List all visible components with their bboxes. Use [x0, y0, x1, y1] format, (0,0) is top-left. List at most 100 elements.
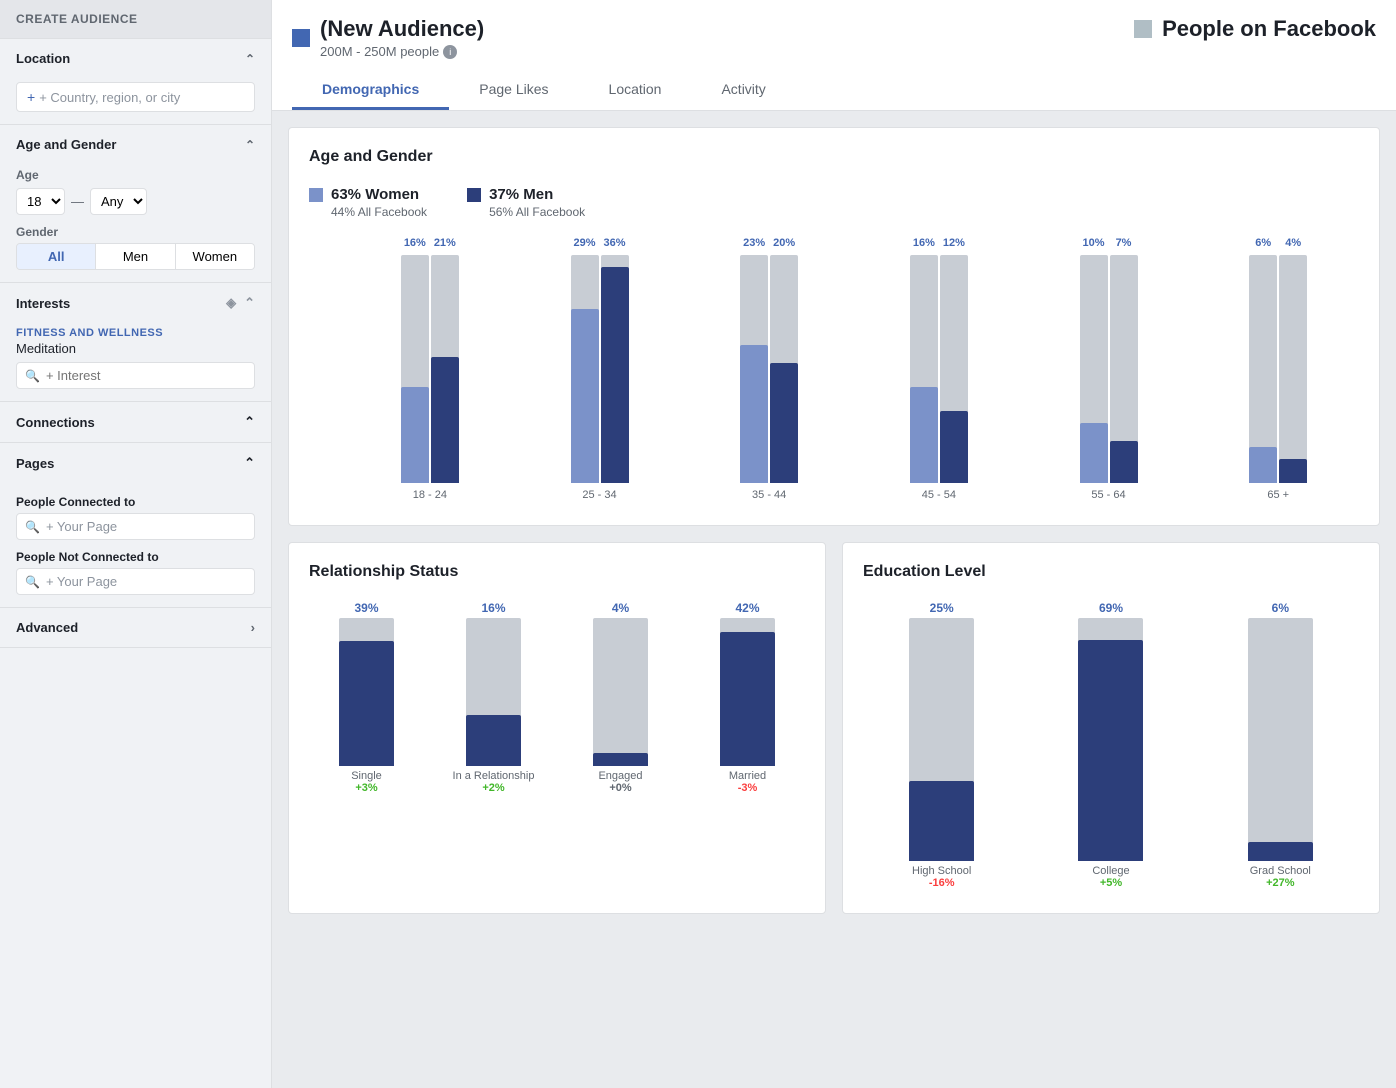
- audience-name: (New Audience): [320, 16, 484, 42]
- bar-group-Single: 39%Single+3%: [309, 601, 424, 794]
- location-placeholder: + Country, region, or city: [39, 90, 180, 105]
- age-group-18-24: 16%21%18 - 24: [349, 235, 511, 501]
- age-max-select[interactable]: Any: [90, 188, 147, 215]
- age-group-55-64: 10%7%55 - 64: [1028, 235, 1190, 501]
- interests-content: FITNESS AND WELLNESS Meditation 🔍: [0, 323, 271, 401]
- relationship-chart-card: Relationship Status 39%Single+3%16%In a …: [288, 542, 826, 914]
- gender-legend: 63% Women 44% All Facebook 37% Men 56% A…: [309, 186, 1359, 219]
- age-gender-content: Age 18 — Any Gender All Men Women: [0, 164, 271, 282]
- pages-section: Pages ⌃ People Connected to 🔍 + Your Pag…: [0, 443, 271, 608]
- gender-all-button[interactable]: All: [17, 244, 96, 269]
- tab-bar: Demographics Page Likes Location Activit…: [292, 71, 1376, 110]
- bar-group-Engaged: 4%Engaged+0%: [563, 601, 678, 794]
- people-connected-input[interactable]: 🔍 + Your Page: [16, 513, 255, 540]
- advanced-row[interactable]: Advanced ›: [0, 608, 271, 647]
- bar-group-Married: 42%Married-3%: [690, 601, 805, 794]
- interest-text-input[interactable]: [46, 368, 246, 383]
- interests-item: Meditation: [16, 341, 255, 356]
- audience-size: 200M - 250M people i: [320, 44, 484, 59]
- location-label: Location: [16, 51, 70, 66]
- age-row: 18 — Any: [16, 188, 255, 215]
- age-gender-bars-container: 16%21%18 - 2429%36%25 - 3423%20%35 - 441…: [309, 235, 1359, 505]
- education-chart-card: Education Level 25%High School-16%69%Col…: [842, 542, 1380, 914]
- bar-group-InaRelationship: 16%In a Relationship+2%: [436, 601, 551, 794]
- bar-group-GradSchool: 6%Grad School+27%: [1202, 601, 1359, 889]
- people-not-connected-input[interactable]: 🔍 + Your Page: [16, 568, 255, 595]
- advanced-section: Advanced ›: [0, 608, 271, 648]
- tab-demographics[interactable]: Demographics: [292, 71, 449, 110]
- tab-page-likes[interactable]: Page Likes: [449, 71, 578, 110]
- connections-chevron-icon: ⌃: [244, 414, 255, 430]
- age-group-45-54: 16%12%45 - 54: [858, 235, 1020, 501]
- conn-search-icon-2: 🔍: [25, 575, 40, 589]
- location-input[interactable]: + + Country, region, or city: [16, 82, 255, 112]
- men-legend-item: 37% Men 56% All Facebook: [467, 186, 585, 219]
- people-not-connected-label: People Not Connected to: [16, 550, 255, 564]
- gender-buttons: All Men Women: [16, 243, 255, 270]
- interests-settings-icon[interactable]: ◈: [226, 295, 236, 311]
- main-header: (New Audience) 200M - 250M people i Peop…: [272, 0, 1396, 111]
- location-section: Location ⌃ + + Country, region, or city: [0, 39, 271, 125]
- audience-info-icon[interactable]: i: [443, 45, 457, 59]
- app-layout: CREATE AUDIENCE Location ⌃ + + Country, …: [0, 0, 1396, 1088]
- bar-group-HighSchool: 25%High School-16%: [863, 601, 1020, 889]
- people-connected-placeholder: + Your Page: [46, 519, 117, 534]
- men-legend-sub: 56% All Facebook: [489, 205, 585, 219]
- gender-women-button[interactable]: Women: [176, 244, 254, 269]
- audience-title: (New Audience) 200M - 250M people i: [292, 16, 484, 59]
- age-gender-chart-title: Age and Gender: [309, 148, 1359, 166]
- pages-chevron-icon: ⌃: [244, 455, 255, 471]
- education-chart-title: Education Level: [863, 563, 1359, 581]
- tab-activity[interactable]: Activity: [691, 71, 795, 110]
- connections-label: Connections: [16, 415, 95, 430]
- interests-category: FITNESS AND WELLNESS: [16, 327, 255, 339]
- sidebar: CREATE AUDIENCE Location ⌃ + + Country, …: [0, 0, 272, 1088]
- age-group-25-34: 29%36%25 - 34: [519, 235, 681, 501]
- relationship-bars: 39%Single+3%16%In a Relationship+2%4%Eng…: [309, 601, 805, 798]
- sidebar-header: CREATE AUDIENCE: [0, 0, 271, 39]
- age-gender-section: Age and Gender ⌃ Age 18 — Any Gender All: [0, 125, 271, 283]
- connections-header[interactable]: Connections ⌃: [0, 402, 271, 442]
- gender-label: Gender: [16, 225, 255, 239]
- charts-area: Age and Gender 63% Women 44% All Faceboo…: [272, 111, 1396, 946]
- audience-title-group: (New Audience) 200M - 250M people i: [320, 16, 484, 59]
- pages-header[interactable]: Pages ⌃: [0, 443, 271, 483]
- women-legend-sub: 44% All Facebook: [331, 205, 427, 219]
- location-section-header[interactable]: Location ⌃: [0, 39, 271, 78]
- connections-content: People Connected to 🔍 + Your Page People…: [0, 483, 271, 607]
- fb-label: People on Facebook: [1162, 16, 1376, 42]
- age-gender-chevron-icon: ⌃: [245, 138, 255, 152]
- fb-color-box: [1134, 20, 1152, 38]
- women-legend-item: 63% Women 44% All Facebook: [309, 186, 427, 219]
- interests-controls: ◈ ⌃: [226, 295, 255, 311]
- location-plus-icon: +: [27, 89, 35, 105]
- bar-group-College: 69%College+5%: [1032, 601, 1189, 889]
- age-group-35-44: 23%20%35 - 44: [688, 235, 850, 501]
- age-dash: —: [71, 194, 84, 209]
- location-content: + + Country, region, or city: [0, 78, 271, 124]
- interests-header[interactable]: Interests ◈ ⌃: [0, 283, 271, 323]
- tab-location[interactable]: Location: [579, 71, 692, 110]
- women-legend-box: [309, 188, 323, 202]
- men-legend-box: [467, 188, 481, 202]
- pages-label: Pages: [16, 456, 54, 471]
- interest-search-input[interactable]: 🔍: [16, 362, 255, 389]
- age-group-65+: 6%4%65 +: [1197, 235, 1359, 501]
- relationship-chart-title: Relationship Status: [309, 563, 805, 581]
- age-gender-header[interactable]: Age and Gender ⌃: [0, 125, 271, 164]
- education-bars: 25%High School-16%69%College+5%6%Grad Sc…: [863, 601, 1359, 893]
- edu-bars-bars-wrapper: 25%High School-16%69%College+5%6%Grad Sc…: [863, 601, 1359, 893]
- interests-chevron-icon: ⌃: [244, 295, 255, 311]
- conn-search-icon-1: 🔍: [25, 520, 40, 534]
- age-min-select[interactable]: 18: [16, 188, 65, 215]
- advanced-label: Advanced: [16, 620, 78, 635]
- people-connected-label: People Connected to: [16, 495, 255, 509]
- age-gender-chart-card: Age and Gender 63% Women 44% All Faceboo…: [288, 127, 1380, 526]
- advanced-arrow-icon: ›: [251, 620, 255, 635]
- bottom-charts: Relationship Status 39%Single+3%16%In a …: [288, 542, 1380, 930]
- main-content: (New Audience) 200M - 250M people i Peop…: [272, 0, 1396, 1088]
- gender-men-button[interactable]: Men: [96, 244, 175, 269]
- audience-color-box: [292, 29, 310, 47]
- interests-section: Interests ◈ ⌃ FITNESS AND WELLNESS Medit…: [0, 283, 271, 402]
- interests-label: Interests: [16, 296, 70, 311]
